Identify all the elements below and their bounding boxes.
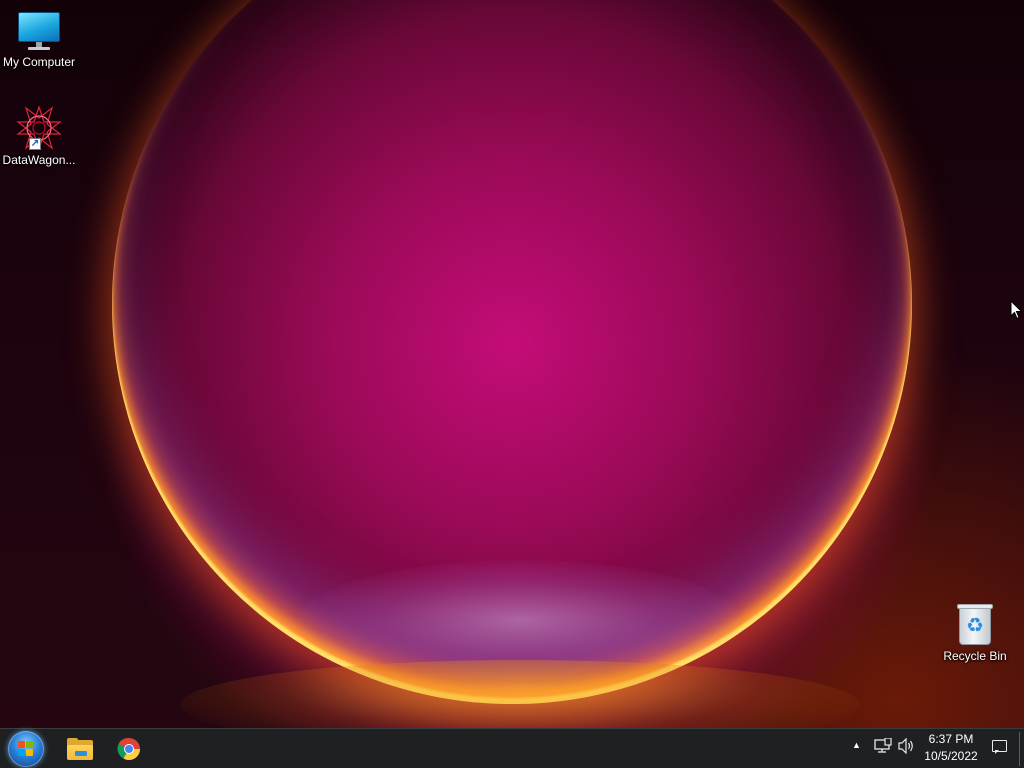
volume-icon[interactable]: [898, 738, 916, 754]
mouse-cursor-icon: [1010, 300, 1023, 320]
show-desktop-button[interactable]: [1019, 732, 1020, 766]
taskbar: [0, 728, 1024, 768]
network-icon[interactable]: [874, 738, 892, 754]
clock-date: 10/5/2022: [924, 749, 978, 763]
desktop-icon-label: My Computer: [2, 55, 76, 69]
clock-time: 6:37 PM: [928, 732, 974, 746]
desktop-wallpaper: [0, 0, 1024, 728]
notification-icon[interactable]: [992, 740, 1007, 754]
folder-icon: [67, 738, 93, 760]
taskbar-file-explorer-button[interactable]: [64, 733, 96, 765]
star-logo-icon: ↗: [15, 106, 63, 150]
desktop-icon-datawagon[interactable]: ↗ DataWagon...: [0, 106, 78, 167]
taskbar-chrome-button[interactable]: [113, 733, 145, 765]
desktop-icon-label: DataWagon...: [2, 153, 76, 167]
windows-logo-icon: [18, 741, 34, 757]
desktop-icon-recycle-bin[interactable]: ♻ Recycle Bin: [936, 602, 1014, 663]
taskbar-clock[interactable]: 6:37 PM 10/5/2022: [920, 731, 982, 765]
desktop-icon-my-computer[interactable]: My Computer: [0, 10, 78, 69]
chrome-icon: [117, 737, 140, 760]
wallpaper-horizon-glow: [180, 660, 860, 728]
chevron-up-icon[interactable]: ▲: [852, 740, 861, 750]
recycle-bin-icon: ♻: [955, 602, 995, 646]
shortcut-arrow-icon: ↗: [29, 138, 41, 150]
desktop-icon-label: Recycle Bin: [943, 649, 1007, 663]
monitor-icon: [18, 10, 60, 52]
start-button[interactable]: [8, 731, 44, 767]
